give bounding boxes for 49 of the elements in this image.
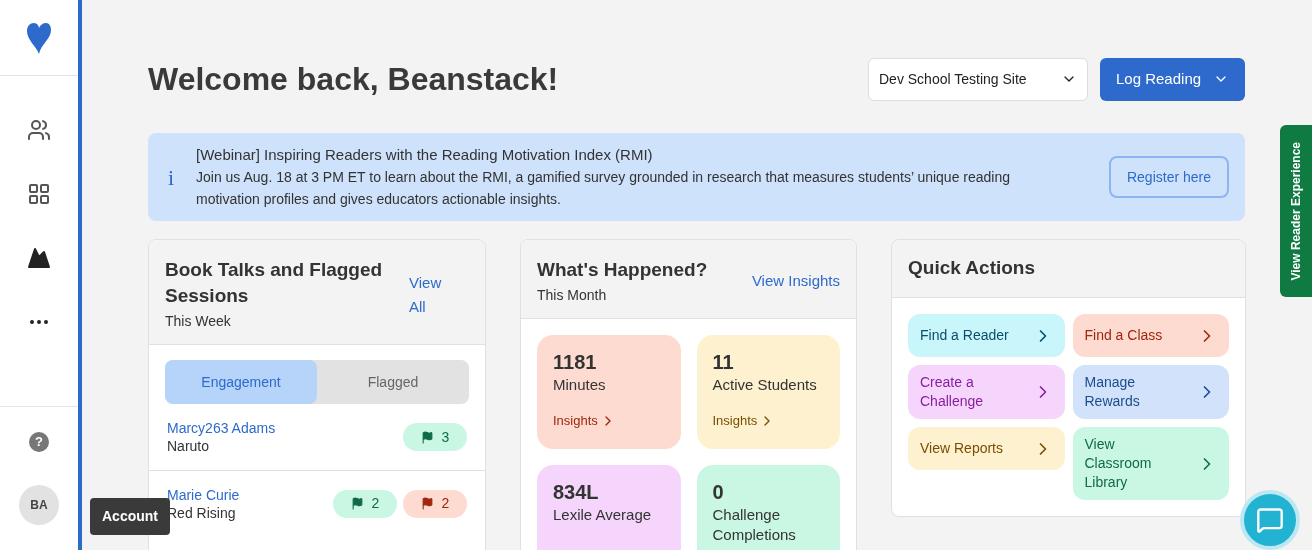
- page-title: Welcome back, Beanstack!: [148, 60, 559, 99]
- book-title: Naruto: [167, 437, 211, 455]
- quick-action-button[interactable]: Create a Challenge: [908, 365, 1065, 419]
- segment-tab[interactable]: Flagged: [317, 360, 469, 404]
- log-reading-button[interactable]: Log Reading: [1100, 57, 1245, 101]
- account-tooltip: Account: [90, 498, 170, 535]
- banner-title: [Webinar] Inspiring Readers with the Reading Motivation Index (RMI): [196, 145, 654, 165]
- quick-action-button[interactable]: View Classroom Library: [1072, 427, 1229, 500]
- dashboard-icon[interactable]: [27, 182, 51, 206]
- view-insights-link[interactable]: View Insights: [751, 270, 840, 293]
- stat-label: Minutes: [553, 375, 607, 395]
- flag-icon: [350, 497, 364, 510]
- card-subtitle: This Month: [537, 286, 608, 305]
- insights-link[interactable]: Insights: [553, 411, 665, 431]
- account-avatar[interactable]: BA: [19, 485, 59, 526]
- quick-action-button[interactable]: Find a Reader: [908, 314, 1065, 357]
- site-select[interactable]: Dev School Testing Site: [868, 57, 1088, 101]
- card-subtitle: This Week: [165, 312, 232, 331]
- stat-label: Challenge Completions: [712, 505, 797, 545]
- flag-icon: [420, 497, 434, 510]
- stat-value: 1181: [553, 350, 598, 375]
- card-title: What's Happened?: [537, 258, 708, 282]
- view-reader-experience-tab[interactable]: View Reader Experience: [1280, 125, 1312, 297]
- quick-action-button[interactable]: Manage Rewards: [1072, 365, 1229, 419]
- quick-action-button[interactable]: View Reports: [908, 427, 1065, 470]
- flag-count-badge: 2: [333, 489, 397, 518]
- register-button[interactable]: Register here: [1108, 156, 1229, 198]
- view-all-link[interactable]: View All: [409, 271, 449, 332]
- banner-text: Join us Aug. 18 at 3 PM ET to learn about the RMI, a gamified survey grounded in research that measures students’ unique reading motivation profiles and gives educators actionable insights.: [196, 168, 1012, 209]
- segment-tab[interactable]: Engagement: [165, 360, 317, 404]
- quick-action-button[interactable]: Find a Class: [1072, 314, 1229, 357]
- stat-value: 834L: [553, 480, 600, 505]
- flag-count-badge: 2: [403, 489, 467, 518]
- insights-link[interactable]: Insights: [712, 411, 824, 431]
- stat-value: 11: [712, 350, 735, 375]
- card-title: Quick Actions: [908, 256, 1036, 281]
- stat-label: Active Students: [712, 375, 818, 395]
- help-icon[interactable]: ?: [29, 431, 49, 452]
- stat-value: 0: [712, 480, 725, 505]
- flag-icon: [420, 430, 434, 444]
- heart-logo-icon[interactable]: [26, 21, 52, 54]
- flag-count-badge: 3: [403, 423, 467, 451]
- group-icon[interactable]: [27, 118, 51, 142]
- card-title: Book Talks and Flagged Sessions: [165, 258, 384, 308]
- reader-name-link[interactable]: Marcy263 Adams: [167, 419, 276, 437]
- reader-name-link[interactable]: Marie Curie: [167, 485, 240, 504]
- chat-icon: [1256, 506, 1284, 534]
- stat-label: Lexile Average: [553, 505, 653, 525]
- info-icon: i: [168, 160, 196, 194]
